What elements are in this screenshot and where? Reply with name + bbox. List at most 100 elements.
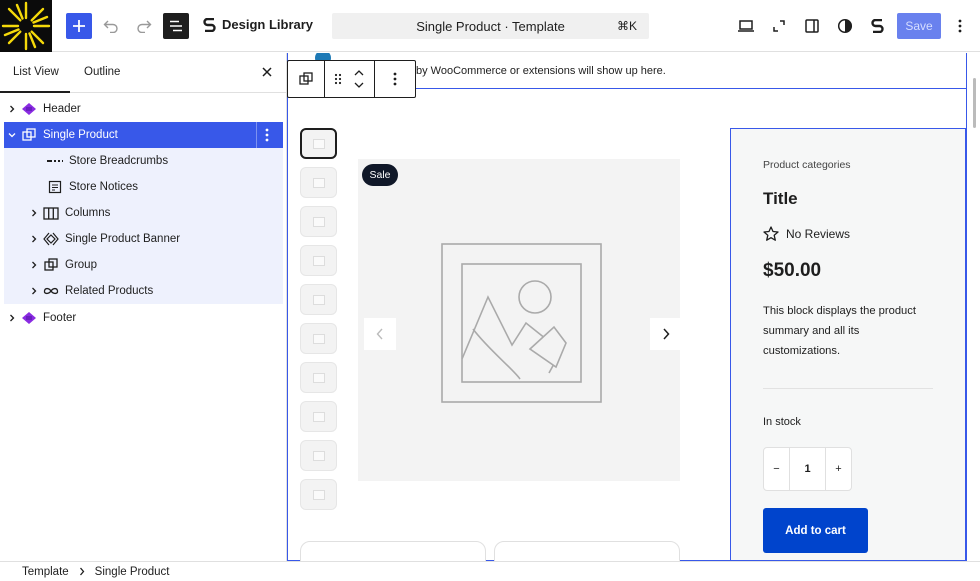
drag-handle-icon[interactable]	[329, 73, 347, 85]
breadcrumb-single-product[interactable]: Single Product	[95, 566, 170, 578]
list-item-label: Columns	[65, 207, 111, 219]
product-card[interactable]	[494, 541, 680, 561]
design-library-label: Design Library	[222, 17, 314, 32]
tab-list-view[interactable]: List View	[13, 66, 59, 78]
keyboard-shortcut: ⌘K	[616, 19, 637, 33]
preview-device-button[interactable]	[733, 13, 759, 39]
image-placeholder-icon	[312, 255, 325, 266]
chevron-right-icon[interactable]	[26, 257, 42, 273]
chevron-right-icon[interactable]	[26, 231, 42, 247]
pattern-icon	[42, 230, 60, 248]
redo-icon	[137, 20, 152, 33]
list-item-single-product[interactable]: Single Product	[4, 122, 283, 148]
undo-icon	[103, 20, 118, 33]
group-icon	[20, 126, 38, 144]
close-icon	[262, 67, 272, 77]
columns-icon	[42, 204, 60, 222]
list-item-label: Store Notices	[69, 181, 139, 193]
product-summary[interactable]: This block displays the product summary …	[763, 301, 938, 361]
quantity-increase-button[interactable]: +	[826, 463, 851, 475]
panel-tabs: List View Outline	[0, 53, 286, 93]
chevron-right-icon	[79, 567, 85, 576]
product-title[interactable]: Title	[763, 189, 798, 209]
command-palette-button[interactable]: Single Product · Template ⌘K	[332, 13, 649, 39]
gallery-thumbnail[interactable]	[300, 128, 337, 159]
save-button[interactable]: Save	[897, 13, 941, 39]
add-block-button[interactable]	[66, 13, 92, 39]
top-bar: Design Library Single Product · Template…	[0, 0, 980, 52]
product-summary-column[interactable]: Product categories Title No Reviews $50.…	[730, 128, 966, 561]
divider	[256, 122, 257, 148]
quantity-field[interactable]: 1	[789, 447, 826, 491]
move-controls	[325, 61, 375, 97]
product-price[interactable]: $50.00	[763, 260, 821, 282]
block-options-button[interactable]	[259, 127, 275, 143]
settings-sidebar-button[interactable]	[799, 13, 825, 39]
product-card[interactable]	[300, 541, 486, 561]
gallery-thumbnail[interactable]	[300, 206, 337, 237]
styles-button[interactable]	[832, 13, 858, 39]
block-type-button[interactable]	[288, 61, 326, 97]
product-rating[interactable]: No Reviews	[763, 226, 850, 241]
gallery-thumbnail[interactable]	[300, 440, 337, 471]
undo-button[interactable]	[98, 13, 124, 39]
gallery-thumbnail[interactable]	[300, 245, 337, 276]
move-up-down-icon[interactable]	[347, 70, 371, 88]
gallery-thumbnail[interactable]	[300, 401, 337, 432]
gallery-thumbnail[interactable]	[300, 362, 337, 393]
image-placeholder-icon	[312, 333, 325, 344]
redo-button[interactable]	[131, 13, 157, 39]
gallery-next-button[interactable]	[650, 318, 682, 350]
image-placeholder-icon	[312, 450, 325, 461]
chevron-right-icon[interactable]	[26, 283, 42, 299]
stock-status[interactable]: In stock	[763, 416, 801, 428]
add-to-cart-button[interactable]: Add to cart	[763, 508, 868, 553]
star-icon	[763, 226, 779, 241]
chevron-left-icon	[376, 328, 383, 340]
gallery-thumbnail[interactable]	[300, 284, 337, 315]
chevron-right-icon[interactable]	[4, 310, 20, 326]
list-item-footer[interactable]: Footer	[4, 305, 283, 331]
list-item-store-breadcrumbs[interactable]: Store Breadcrumbs	[4, 148, 283, 174]
list-item-group[interactable]: Group	[4, 252, 283, 278]
options-button[interactable]	[947, 13, 973, 39]
quantity-stepper[interactable]: − 1 +	[763, 447, 852, 491]
list-view-panel: List View Outline Header Single Product …	[0, 53, 287, 561]
chevron-down-icon[interactable]	[4, 127, 20, 143]
list-item-label: Single Product	[43, 129, 118, 141]
chevron-right-icon[interactable]	[26, 205, 42, 221]
image-placeholder-icon	[312, 138, 325, 149]
chevron-right-icon[interactable]	[4, 101, 20, 117]
gallery-thumbnail[interactable]	[300, 479, 337, 510]
close-panel-button[interactable]	[259, 64, 275, 80]
gallery-prev-button[interactable]	[364, 318, 396, 350]
product-image-gallery[interactable]	[358, 159, 680, 481]
stackable-plugin-button[interactable]	[864, 13, 890, 39]
gallery-thumbnail[interactable]	[300, 167, 337, 198]
reviews-label: No Reviews	[786, 226, 851, 241]
quantity-decrease-button[interactable]: −	[764, 463, 789, 475]
sale-badge: Sale	[362, 164, 398, 186]
notices-icon	[46, 178, 64, 196]
list-item-related-products[interactable]: Related Products	[4, 278, 283, 304]
site-logo-icon[interactable]	[0, 0, 52, 52]
breadcrumb-template[interactable]: Template	[22, 566, 69, 578]
editor-canvas[interactable]: by WooCommerce or extensions will show u…	[287, 53, 980, 561]
zoom-out-button[interactable]	[766, 13, 792, 39]
list-item-store-notices[interactable]: Store Notices	[4, 174, 283, 200]
list-item-columns[interactable]: Columns	[4, 200, 283, 226]
design-library-link[interactable]: Design Library	[203, 17, 313, 32]
product-categories[interactable]: Product categories	[763, 159, 851, 171]
block-options-button[interactable]	[375, 61, 415, 97]
list-item-single-product-banner[interactable]: Single Product Banner	[4, 226, 283, 252]
list-item-label: Header	[43, 103, 81, 115]
group-icon	[299, 72, 313, 85]
list-item-label: Footer	[43, 312, 77, 324]
tab-outline[interactable]: Outline	[84, 66, 120, 78]
gallery-thumbnail[interactable]	[300, 323, 337, 354]
canvas-scrollbar[interactable]	[973, 78, 976, 128]
image-placeholder-icon	[312, 216, 325, 227]
list-item-header[interactable]: Header	[4, 96, 283, 122]
document-overview-button[interactable]	[163, 13, 189, 39]
